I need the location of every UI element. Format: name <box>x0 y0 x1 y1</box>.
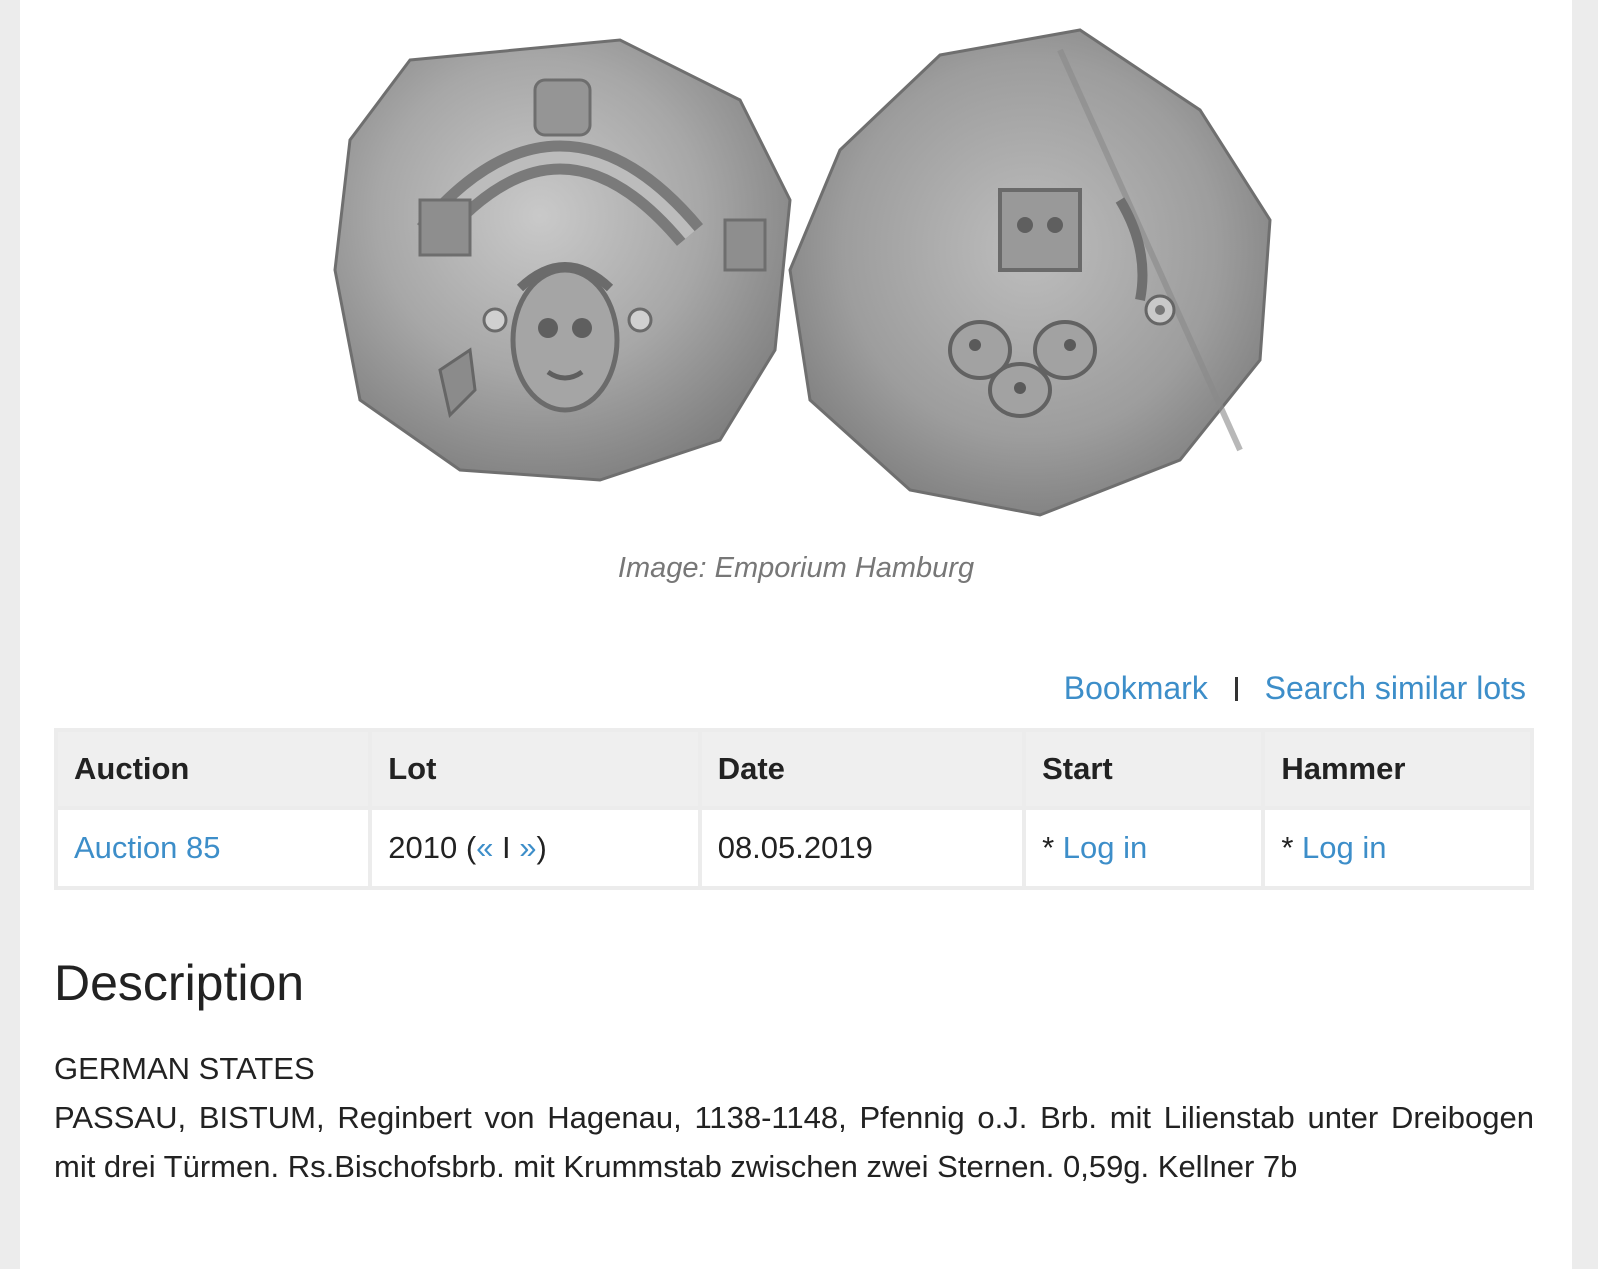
search-similar-lots-link[interactable]: Search similar lots <box>1265 670 1526 706</box>
cell-auction: Auction 85 <box>53 806 373 890</box>
lot-detail-panel: Image: Emporium Hamburg Bookmark Search … <box>20 0 1572 1269</box>
header-start: Start <box>1022 728 1266 810</box>
header-date: Date <box>697 728 1027 810</box>
next-lot-link[interactable]: » <box>519 830 536 865</box>
hammer-asterisk: * <box>1281 830 1303 865</box>
hammer-login-link[interactable]: Log in <box>1302 830 1386 865</box>
table-header-row: Auction Lot Date Start Hammer <box>53 728 1534 810</box>
description-heading: Description <box>54 955 305 1011</box>
header-hammer: Hammer <box>1261 728 1534 810</box>
previous-lot-link[interactable]: « <box>476 830 493 865</box>
action-separator <box>1234 677 1238 701</box>
lot-actions: Bookmark Search similar lots <box>1064 670 1526 707</box>
description-category: GERMAN STATES <box>54 1051 315 1086</box>
cell-start: * Log in <box>1022 806 1266 890</box>
start-asterisk: * <box>1042 830 1063 865</box>
lot-nav-separator: I <box>493 830 520 865</box>
coin-obverse-image <box>333 38 792 482</box>
cell-lot: 2010 (« I ») <box>368 806 702 890</box>
lot-paren-close: ) <box>536 830 547 865</box>
table-row: Auction 85 2010 (« I ») 08.05.2019 * Log… <box>53 806 1534 890</box>
coin-images[interactable] <box>320 20 1300 530</box>
lot-info-table: Auction Lot Date Start Hammer Auction 85… <box>53 728 1534 890</box>
description-body: GERMAN STATES PASSAU, BISTUM, Reginbert … <box>54 1044 1534 1191</box>
lot-number: 2010 <box>388 830 458 865</box>
cell-date: 08.05.2019 <box>697 806 1027 890</box>
lot-paren-open: ( <box>457 830 477 865</box>
header-auction: Auction <box>53 728 373 810</box>
cell-hammer: * Log in <box>1261 806 1534 890</box>
auction-link[interactable]: Auction 85 <box>74 830 221 865</box>
start-login-link[interactable]: Log in <box>1063 830 1147 865</box>
coin-reverse-image <box>788 28 1272 517</box>
bookmark-link[interactable]: Bookmark <box>1064 670 1208 706</box>
description-text: PASSAU, BISTUM, Reginbert von Hagenau, 1… <box>54 1100 1534 1184</box>
image-caption: Image: Emporium Hamburg <box>617 552 975 584</box>
header-lot: Lot <box>368 728 702 810</box>
